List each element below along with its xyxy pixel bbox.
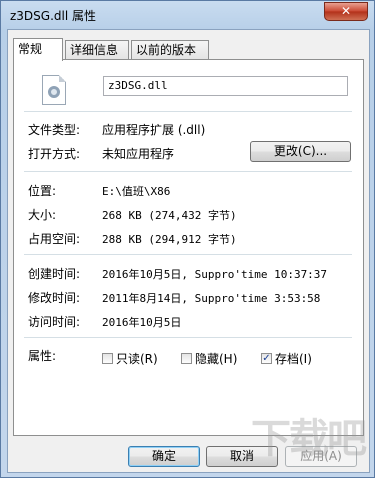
readonly-checkbox-label[interactable]: 只读(R) [116, 350, 158, 367]
filename-field[interactable]: z3DSG.dll [103, 76, 348, 96]
divider [24, 337, 352, 338]
tab-general[interactable]: 常规 [13, 38, 63, 61]
title-bar[interactable]: z3DSG.dll 属性 ✕ [1, 1, 374, 29]
accessed-value: 2016年10月5日 [102, 316, 182, 329]
dll-file-icon [42, 75, 66, 105]
modified-label: 修改时间: [28, 291, 81, 305]
type-value: 应用程序扩展 (.dll) [102, 123, 206, 137]
size-on-disk-value: 288 KB (294,912 字节) [102, 233, 237, 246]
general-panel: z3DSG.dll 文件类型: 应用程序扩展 (.dll) 打开方式: 未知应用… [13, 59, 364, 436]
dialog-client: 常规 详细信息 以前的版本 z3DSG.dll 文件类型: 应用程序扩展 (.d… [7, 29, 370, 473]
opens-with-label: 打开方式: [28, 147, 81, 161]
close-icon: ✕ [340, 4, 352, 18]
created-label: 创建时间: [28, 267, 81, 281]
attributes-row: 只读(R) 隐藏(H) ✓ 存档(I) [14, 350, 363, 366]
size-on-disk-label: 占用空间: [28, 232, 81, 246]
checkbox-checked-icon[interactable]: ✓ [261, 353, 272, 364]
divider [24, 254, 352, 255]
size-label: 大小: [28, 208, 57, 222]
change-button[interactable]: 更改(C)... [250, 141, 351, 162]
modified-value: 2011年8月14日, Suppro'time 3:53:58 [102, 292, 321, 305]
divider [24, 171, 352, 172]
accessed-label: 访问时间: [28, 315, 81, 329]
watermark-logo: 下载吧 [251, 416, 367, 462]
tab-details[interactable]: 详细信息 [65, 40, 129, 59]
window-title: z3DSG.dll 属性 [10, 9, 97, 23]
archive-checkbox[interactable]: ✓ 存档(I) [261, 350, 312, 367]
tab-previous-versions[interactable]: 以前的版本 [131, 40, 209, 59]
close-button[interactable]: ✕ [324, 2, 368, 21]
readonly-checkbox[interactable]: 只读(R) [102, 350, 158, 367]
archive-checkbox-label[interactable]: 存档(I) [275, 350, 312, 367]
readonly-checkbox-box[interactable] [102, 353, 113, 364]
hidden-checkbox[interactable]: 隐藏(H) [181, 350, 237, 367]
properties-window: z3DSG.dll 属性 ✕ 常规 详细信息 以前的版本 z3DSG.dll 文… [0, 0, 375, 478]
hidden-checkbox-box[interactable] [181, 353, 192, 364]
opens-with-value: 未知应用程序 [102, 147, 175, 161]
location-value: E:\值班\X86 [102, 185, 171, 198]
type-label: 文件类型: [28, 123, 81, 137]
created-value: 2016年10月5日, Suppro'time 10:37:37 [102, 268, 328, 281]
location-label: 位置: [28, 184, 57, 198]
hidden-checkbox-label[interactable]: 隐藏(H) [195, 350, 237, 367]
divider [24, 111, 352, 112]
size-value: 268 KB (274,432 字节) [102, 209, 237, 222]
ok-button[interactable]: 确定 [128, 446, 200, 467]
